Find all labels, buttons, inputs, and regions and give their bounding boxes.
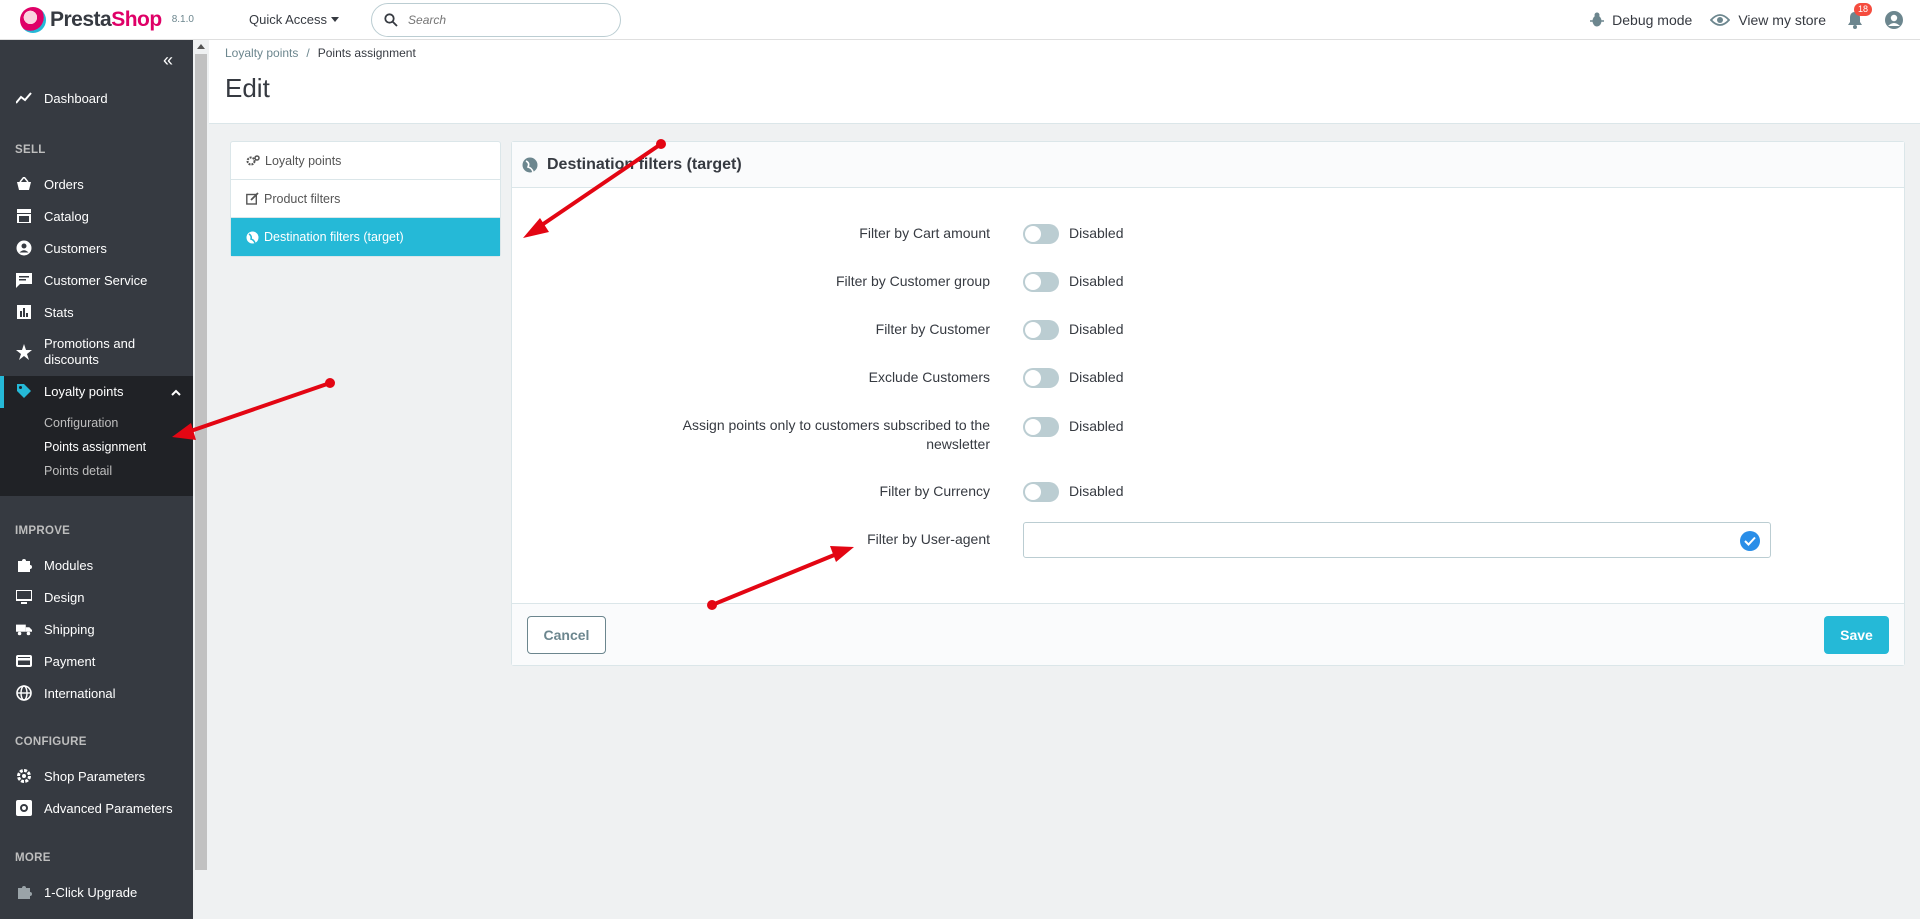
gear-icon [16,768,32,784]
toggle-filter-customer[interactable] [1023,320,1059,340]
bar-chart-icon [16,304,32,320]
page-header: Loyalty points / Points assignment Edit [209,40,1920,124]
tab-product-filters[interactable]: Product filters [231,180,500,218]
account-circle-icon [16,240,32,256]
notifications-button[interactable]: 18 [1844,2,1872,31]
toggle-newsletter-only[interactable] [1023,417,1059,437]
edit-icon [246,192,259,205]
toggle-filter-currency[interactable] [1023,482,1059,502]
star-icon [16,344,32,360]
sidebar-item-promotions[interactable]: Promotions and discounts [0,336,193,368]
autofill-check-icon[interactable] [1740,531,1760,551]
section-improve: IMPROVE [15,525,71,537]
label-filter-customer: Filter by Customer [875,321,990,337]
sidebar-item-stats[interactable]: Stats [0,304,193,320]
label-exclude-customers: Exclude Customers [868,369,990,385]
sidebar-item-1-click-upgrade[interactable]: 1-Click Upgrade [0,884,193,900]
settings-box-icon [16,800,32,816]
trending-icon [16,90,32,106]
sidebar-subitem-points-assignment[interactable]: Points assignment [44,440,146,454]
tab-destination-filters[interactable]: Destination filters (target) [231,218,500,256]
user-account-icon[interactable] [1884,10,1904,30]
sidebar-item-shop-parameters[interactable]: Shop Parameters [0,768,193,784]
view-store-link[interactable]: View my store [1710,12,1826,28]
sidebar: « Dashboard SELL Orders Catalog Customer… [0,40,193,919]
sidebar-item-international[interactable]: International [0,685,193,701]
toggle-exclude-customers[interactable] [1023,368,1059,388]
puzzle-icon [16,884,32,900]
breadcrumb-current: Points assignment [317,46,416,60]
destination-filters-panel: Destination filters (target) Filter by C… [511,141,1905,666]
save-button[interactable]: Save [1824,616,1889,654]
sidebar-item-payment[interactable]: Payment [0,653,193,669]
version-label: 8.1.0 [171,14,194,25]
toggle-filter-customer-group[interactable] [1023,272,1059,292]
sidebar-item-modules[interactable]: Modules [0,557,193,573]
cancel-button[interactable]: Cancel [527,616,606,654]
search-box[interactable] [371,2,622,37]
sidebar-item-orders[interactable]: Orders [0,176,193,192]
section-sell: SELL [15,144,46,156]
section-configure: CONFIGURE [15,736,87,748]
sidebar-item-catalog[interactable]: Catalog [0,208,193,224]
sidebar-item-design[interactable]: Design [0,589,193,605]
tab-loyalty-points[interactable]: Loyalty points [231,142,500,180]
cogs-icon [246,154,260,165]
sidebar-subitem-configuration[interactable]: Configuration [44,416,118,430]
eye-icon [1710,13,1731,26]
debug-mode-link[interactable]: Debug mode [1590,12,1692,28]
prestashop-logo[interactable]: PrestaShop 8.1.0 [20,6,230,33]
panel-heading: Destination filters (target) [512,142,1904,188]
collapse-sidebar-icon[interactable]: « [163,50,173,71]
truck-icon [16,621,32,637]
globe-icon [246,231,259,243]
quick-access-dropdown[interactable]: Quick Access [249,12,340,27]
tag-icon [16,383,32,399]
page-title: Edit [225,73,270,103]
breadcrumb-parent[interactable]: Loyalty points [225,46,298,60]
sidebar-item-dashboard[interactable]: Dashboard [0,90,193,106]
notifications-count: 18 [1853,2,1872,16]
scrollbar-thumb[interactable] [195,54,207,870]
label-filter-customer-group: Filter by Customer group [835,273,990,289]
sidebar-subitem-points-detail[interactable]: Points detail [44,464,112,478]
search-icon [384,12,398,27]
bug-icon [1590,12,1605,26]
desktop-icon [16,589,32,605]
user-agent-input[interactable] [1023,522,1771,558]
form-tabs: Loyalty points Product filters Destinati… [230,141,501,257]
label-filter-user-agent: Filter by User-agent [867,531,990,547]
globe-icon [16,685,32,701]
search-input[interactable] [408,12,589,27]
sidebar-item-customer-service[interactable]: Customer Service [0,272,193,288]
scroll-up-icon[interactable] [197,44,205,49]
breadcrumb: Loyalty points / Points assignment [225,46,416,60]
panel-footer: Cancel Save [512,603,1904,665]
sidebar-item-shipping[interactable]: Shipping [0,621,193,637]
panel-title: Destination filters (target) [547,155,742,173]
toggle-filter-cart-amount[interactable] [1023,224,1059,244]
section-more: MORE [15,852,51,864]
label-newsletter-only: Assign points only to customers subscrib… [682,417,990,452]
sidebar-item-customers[interactable]: Customers [0,240,193,256]
credit-card-icon [16,653,32,669]
sidebar-item-loyalty-points[interactable]: Loyalty points [0,383,193,399]
prestashop-logo-icon [20,6,46,33]
top-header: PrestaShop 8.1.0 Quick Access Debug mode… [0,0,1920,40]
chevron-up-icon [171,384,181,399]
label-filter-cart-amount: Filter by Cart amount [859,225,990,241]
store-icon [16,208,32,224]
sidebar-scrollbar[interactable] [193,40,209,919]
basket-icon [16,176,32,192]
label-filter-currency: Filter by Currency [879,483,990,499]
sidebar-item-advanced-parameters[interactable]: Advanced Parameters [0,800,193,816]
chevron-down-icon [331,17,340,22]
globe-icon [522,157,538,172]
puzzle-icon [16,557,32,573]
chat-icon [16,272,32,288]
